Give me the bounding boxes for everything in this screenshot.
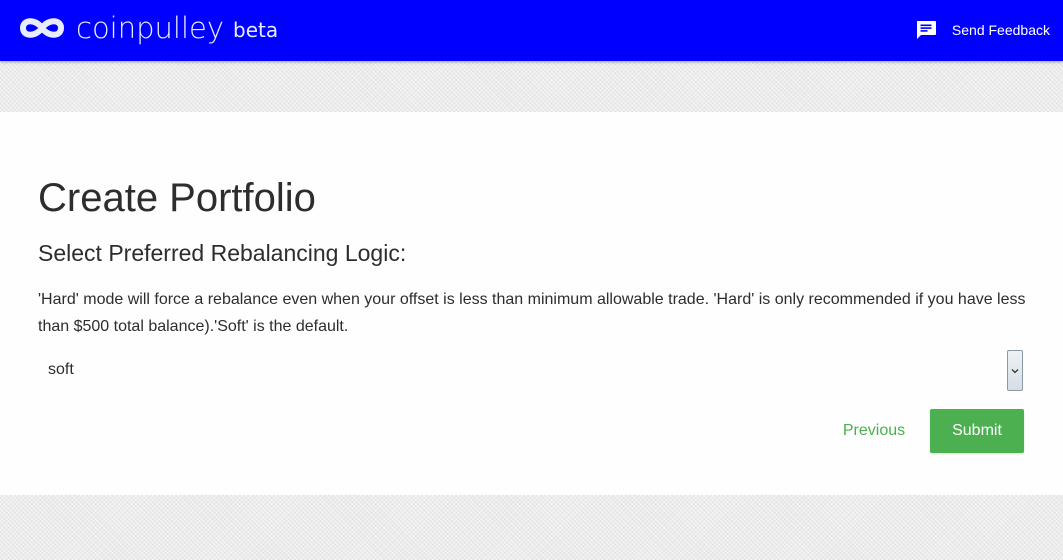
submit-button[interactable]: Submit [930, 409, 1024, 453]
rebalancing-description: 'Hard' mode will force a rebalance even … [38, 291, 1026, 335]
chevron-down-icon [1011, 369, 1019, 374]
select-selected-value: soft [48, 361, 74, 378]
page-title: Create Portfolio [38, 176, 316, 220]
brand-name: coinpulley [76, 11, 225, 45]
rebalancing-logic-select[interactable]: soft [38, 350, 1024, 393]
previous-button[interactable]: Previous [831, 409, 917, 453]
top-navbar: coinpulley beta Send Feedback [0, 0, 1063, 61]
brand-beta-tag: beta [233, 18, 279, 42]
send-feedback-label: Send Feedback [951, 22, 1050, 38]
send-feedback-button[interactable]: Send Feedback [914, 18, 1050, 42]
section-heading: Select Preferred Rebalancing Logic: [38, 240, 407, 266]
select-dropdown-button[interactable] [1007, 350, 1023, 391]
infinity-logo-icon [20, 18, 64, 38]
feedback-chat-icon [916, 21, 936, 39]
brand[interactable]: coinpulley beta [17, 8, 278, 48]
